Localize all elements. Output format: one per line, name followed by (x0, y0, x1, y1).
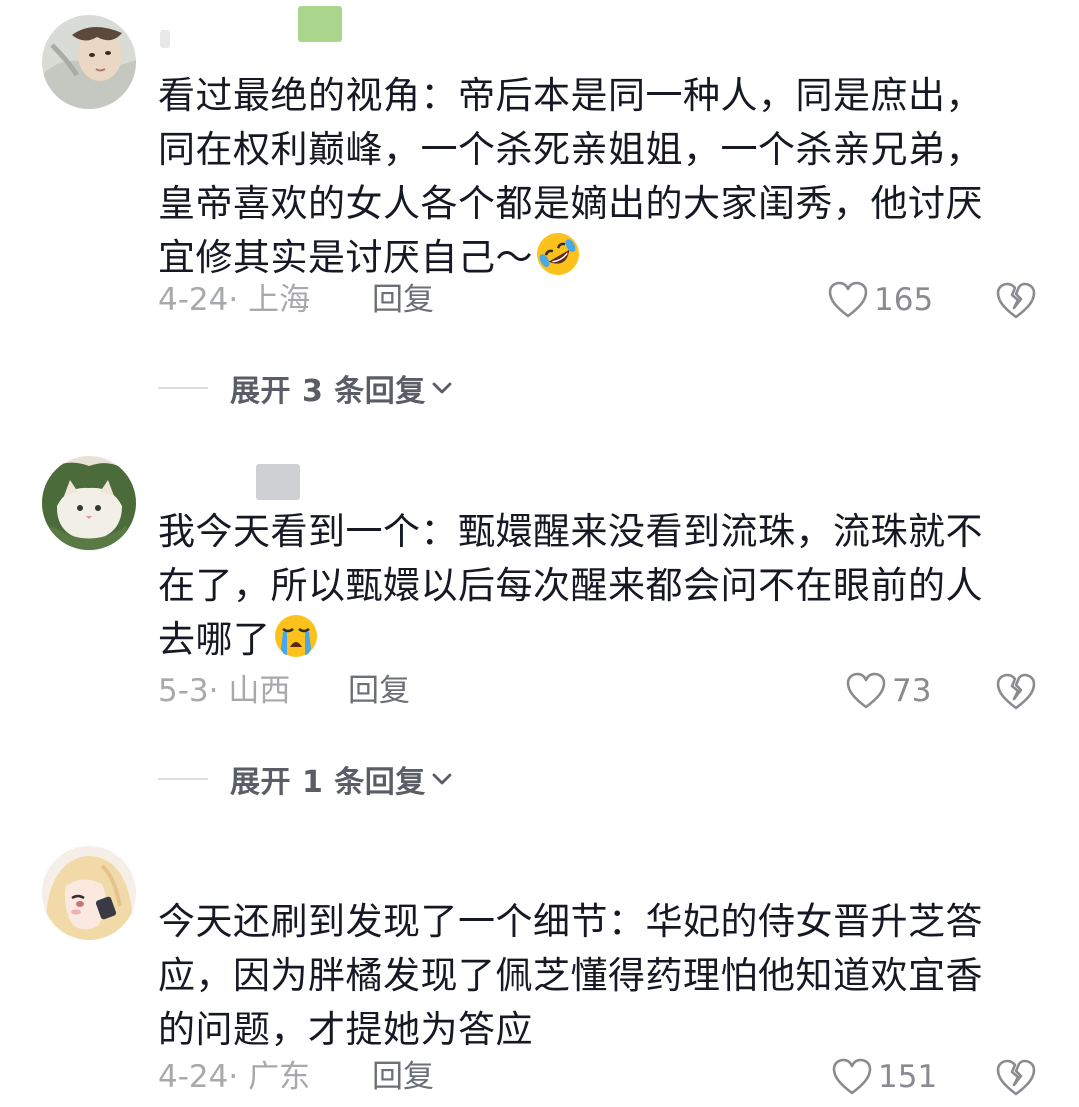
avatar[interactable] (42, 456, 136, 550)
expand-replies-label[interactable]: 展开 1 条回复 (230, 757, 426, 801)
avatar[interactable] (42, 15, 136, 109)
avatar-image (42, 15, 136, 109)
avatar-image (42, 846, 136, 940)
reply-button[interactable]: 回复 (372, 278, 434, 322)
username-redacted (160, 30, 170, 48)
comment-meta: 4-24· 广东 回复 151 (158, 1055, 1038, 1099)
comment-meta: 4-24· 上海 回复 165 (158, 278, 1038, 322)
expand-replies[interactable]: 展开 1 条回复 (158, 757, 454, 801)
expand-replies[interactable]: 展开 3 条回复 (158, 366, 454, 410)
avatar[interactable] (42, 846, 136, 940)
avatar-image (42, 456, 136, 550)
comment-date-location: 4-24· 上海 (158, 282, 311, 318)
like-button[interactable]: 151 (832, 1055, 937, 1099)
reply-button[interactable]: 回复 (348, 669, 410, 713)
comment-date-location: 4-24· 广东 (158, 1059, 311, 1095)
expand-divider (158, 387, 208, 389)
broken-heart-icon[interactable] (994, 278, 1038, 322)
like-count: 151 (878, 1059, 938, 1095)
loudly-crying-face-icon (274, 615, 317, 657)
heart-icon (828, 281, 868, 318)
expand-divider (158, 778, 208, 780)
comment-text: 看过最绝的视角：帝后本是同一种人，同是庶出， 同在权利巅峰，一个杀死亲姐姐，一个… (158, 69, 1038, 285)
comment-text: 今天还刷到发现了一个细节：华妃的侍女晋升芝答 应，因为胖橘发现了佩芝懂得药理怕他… (158, 900, 983, 1051)
comment-text: 我今天看到一个：甄嬛醒来没看到流珠，流珠就不 在了，所以甄嬛以后每次醒来都会问不… (158, 510, 983, 661)
heart-icon (846, 672, 886, 709)
like-count: 73 (892, 673, 932, 709)
rolling-on-floor-laughing-icon (537, 233, 579, 275)
reply-button[interactable]: 回复 (372, 1055, 434, 1099)
like-button[interactable]: 165 (828, 278, 933, 322)
username-redacted (256, 464, 300, 500)
broken-heart-icon[interactable] (994, 669, 1038, 713)
like-button[interactable]: 73 (846, 669, 931, 713)
username-redacted (298, 6, 342, 42)
comment-date-location: 5-3· 山西 (158, 673, 291, 709)
chevron-down-icon (432, 382, 452, 394)
expand-replies-label[interactable]: 展开 3 条回复 (230, 366, 426, 410)
broken-heart-icon[interactable] (994, 1055, 1038, 1099)
like-count: 165 (874, 282, 934, 318)
heart-icon (832, 1058, 872, 1095)
comment-meta: 5-3· 山西 回复 73 (158, 669, 1038, 713)
chevron-down-icon (432, 773, 452, 785)
